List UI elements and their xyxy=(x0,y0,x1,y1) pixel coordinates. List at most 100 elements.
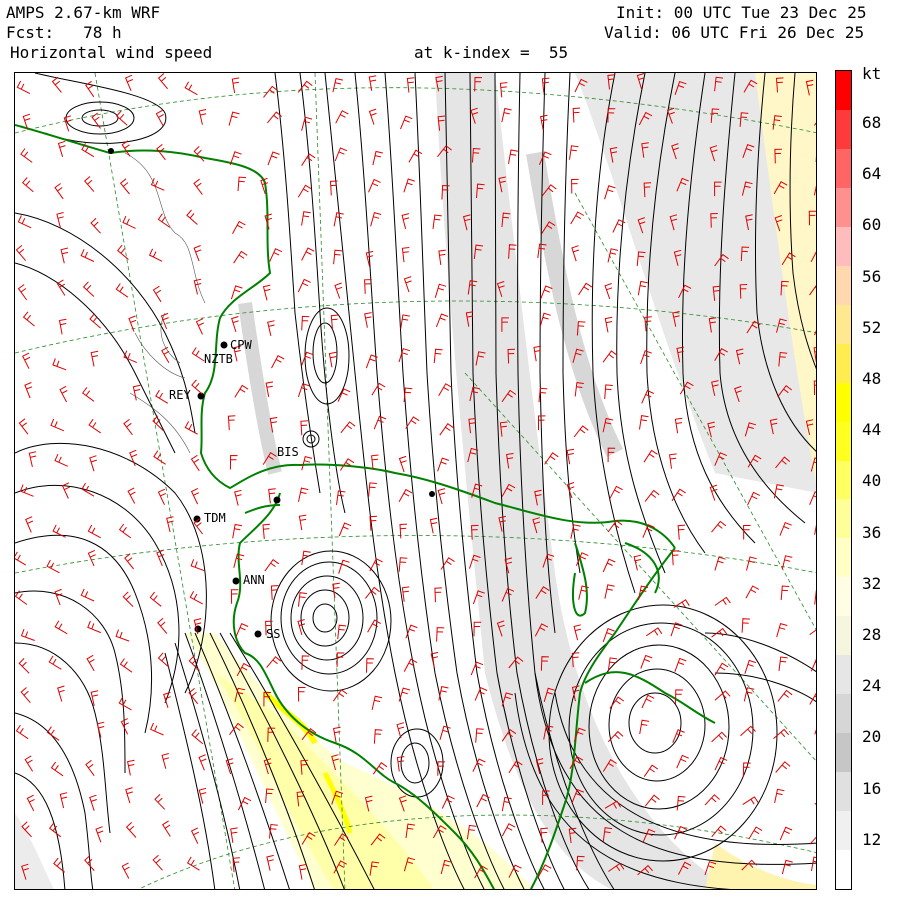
wind-barb-icon xyxy=(157,213,171,228)
wind-barb-icon xyxy=(87,549,96,567)
wind-barb-icon xyxy=(742,796,759,806)
wind-barb-icon xyxy=(571,245,580,262)
wind-barb-icon xyxy=(17,215,32,229)
wind-barb-icon xyxy=(115,110,128,126)
wind-barb-icon xyxy=(340,421,356,434)
wind-barb-icon xyxy=(89,794,97,811)
colorbar-segment xyxy=(836,499,851,539)
wind-barb-icon xyxy=(809,491,816,505)
wind-barb-icon xyxy=(403,276,412,293)
wind-barb-icon xyxy=(499,82,508,98)
valid-time: Valid: 06 UTC Fri 26 Dec 25 xyxy=(604,23,865,42)
speed-colorbar xyxy=(835,70,852,890)
wind-barb-icon xyxy=(578,282,593,296)
wind-barb-icon xyxy=(398,488,413,503)
colorbar-segment xyxy=(836,577,851,617)
wind-barb-icon xyxy=(119,658,133,673)
speed-shading xyxy=(15,73,816,889)
wind-barb-icon xyxy=(641,389,655,404)
wind-barb-icon xyxy=(232,220,246,235)
station-dot-icon xyxy=(254,630,262,638)
wind-barb-icon xyxy=(704,794,720,806)
wind-barb-icon xyxy=(188,688,199,705)
wind-barb-icon xyxy=(150,178,165,191)
wind-barb-icon xyxy=(297,687,306,702)
wind-barb-icon xyxy=(193,146,205,162)
wind-barb-icon xyxy=(96,721,105,738)
wind-barb-icon xyxy=(186,856,200,871)
wind-barb-icon xyxy=(604,185,616,200)
wind-barb-icon xyxy=(433,348,443,364)
wind-barb-icon xyxy=(336,652,345,667)
wind-barb-icon xyxy=(190,559,205,572)
wind-barb-icon xyxy=(157,73,168,90)
wind-barb-icon xyxy=(633,554,642,571)
wind-barb-icon xyxy=(82,281,95,297)
wind-barb-icon xyxy=(267,320,275,337)
wind-barb-icon xyxy=(87,524,101,539)
colorbar-tick-label: 24 xyxy=(862,676,882,696)
colorbar-segment xyxy=(836,421,851,461)
wind-barb-icon xyxy=(775,761,791,773)
wind-barb-icon xyxy=(163,691,171,708)
wind-barb-icon xyxy=(160,312,169,330)
wind-barb-icon xyxy=(50,418,65,432)
wind-barb-icon xyxy=(191,347,205,362)
station-dot-icon xyxy=(220,341,228,349)
wind-barb-icon xyxy=(612,219,626,233)
wind-barb-icon xyxy=(781,859,793,875)
wind-barb-icon xyxy=(80,588,95,602)
wind-barb-icon xyxy=(152,415,164,431)
wind-barb-icon xyxy=(637,280,648,296)
wind-barb-icon xyxy=(229,454,238,470)
wind-barb-icon xyxy=(20,148,33,163)
wind-barb-icon xyxy=(56,212,64,228)
wind-barb-icon xyxy=(117,244,129,260)
wind-barb-icon xyxy=(644,794,660,807)
wind-barb-icon xyxy=(157,488,167,506)
wind-barb-icon xyxy=(639,415,649,430)
wind-barb-icon xyxy=(372,150,383,166)
colorbar-segment xyxy=(836,538,851,578)
wind-barb-icon xyxy=(609,485,623,499)
wind-barb-icon xyxy=(298,592,307,607)
wind-barb-icon xyxy=(747,491,761,506)
wind-barb-icon xyxy=(436,627,445,642)
wind-barb-icon xyxy=(814,524,816,535)
wind-barb-icon xyxy=(18,658,30,674)
wind-barb-icon xyxy=(20,687,31,704)
wind-barb-icon xyxy=(262,523,270,539)
wind-barb-icon xyxy=(434,587,442,603)
wind-barb-icon xyxy=(334,282,343,299)
colorbar-tick-label: 28 xyxy=(862,625,882,644)
wind-barb-icon xyxy=(121,140,131,157)
wind-barb-icon xyxy=(301,455,313,471)
wind-barb-icon xyxy=(266,854,274,871)
wind-barb-icon xyxy=(157,617,168,634)
wind-speed-map[interactable]: CPW NZTB REY BIS TDM ANN SS xyxy=(14,72,817,890)
wind-barb-icon xyxy=(301,116,313,131)
wind-barb-icon xyxy=(54,620,68,635)
wind-barb-icon xyxy=(711,731,727,743)
wind-barb-icon xyxy=(640,654,653,669)
wind-barb-icon xyxy=(15,551,27,566)
wind-barb-icon xyxy=(61,482,70,499)
wind-barb-icon xyxy=(569,145,579,160)
wind-barb-icon xyxy=(640,350,652,365)
wind-barb-icon xyxy=(234,489,242,506)
wind-barb-icon xyxy=(128,315,137,332)
wind-barb-icon xyxy=(132,384,141,401)
wind-barb-icon xyxy=(368,482,377,497)
colorbar-tick-label: 40 xyxy=(862,471,882,491)
wind-barb-icon xyxy=(809,629,816,636)
wind-barb-icon xyxy=(57,685,65,702)
wind-barb-icon xyxy=(16,80,31,95)
wind-barb-icon xyxy=(332,689,348,702)
wind-barb-icon xyxy=(81,387,95,402)
wind-barb-icon xyxy=(432,214,442,229)
colorbar-segment xyxy=(836,460,851,500)
wind-barb-icon xyxy=(669,453,677,469)
wind-barb-icon xyxy=(401,586,410,602)
wind-barb-icon xyxy=(781,555,793,570)
wind-barb-icon xyxy=(300,420,308,436)
